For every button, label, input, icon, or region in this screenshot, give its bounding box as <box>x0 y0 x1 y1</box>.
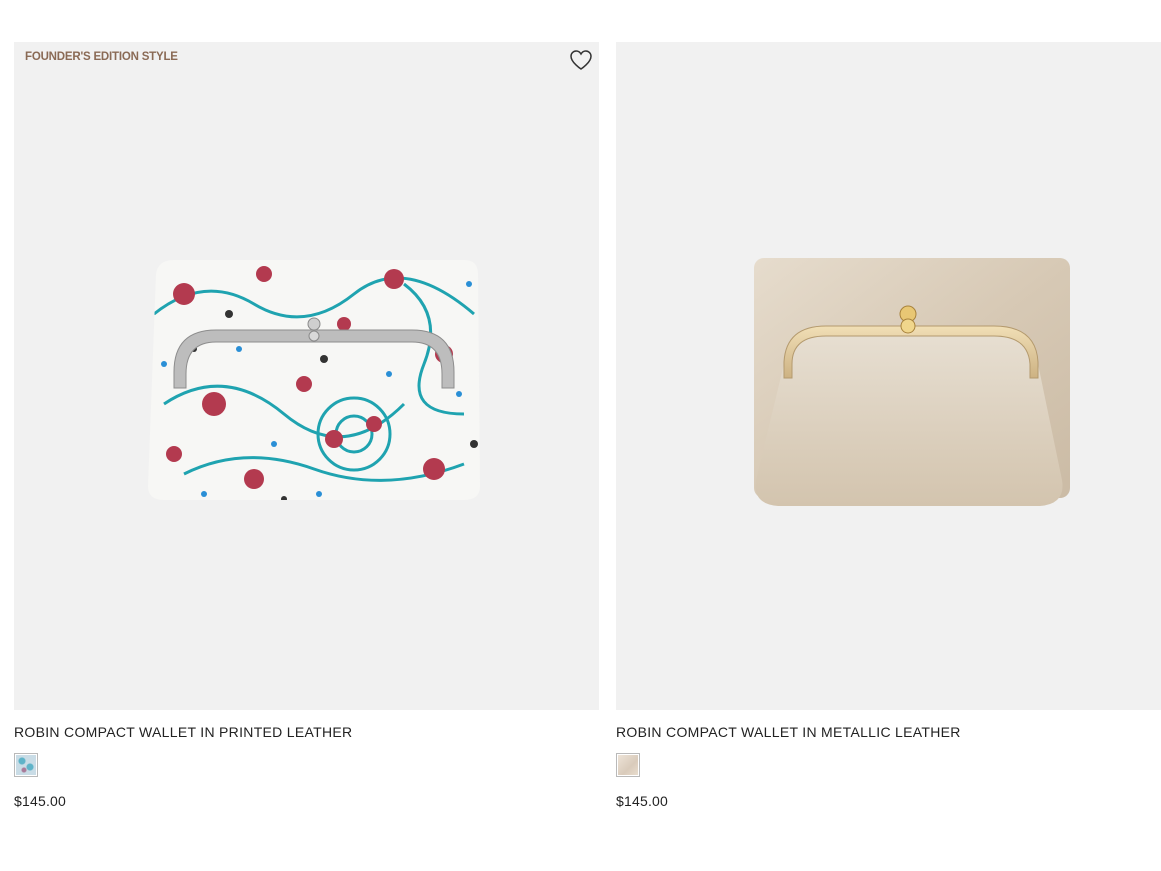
color-swatch-printed[interactable] <box>14 753 38 777</box>
product-card[interactable]: ROBIN COMPACT WALLET IN METALLIC LEATHER… <box>616 42 1161 809</box>
product-price: $145.00 <box>616 793 669 809</box>
product-card[interactable]: FOUNDER'S EDITION STYLE ROBIN COMPACT WA… <box>14 42 599 809</box>
product-price: $145.00 <box>14 793 67 809</box>
product-title[interactable]: ROBIN COMPACT WALLET IN PRINTED LEATHER <box>14 723 599 741</box>
color-swatch-metallic[interactable] <box>616 753 640 777</box>
color-swatches <box>616 753 1161 779</box>
product-image-container[interactable]: FOUNDER'S EDITION STYLE <box>14 42 599 710</box>
wishlist-heart-icon[interactable] <box>569 49 593 71</box>
printed-wallet-image <box>148 260 480 500</box>
product-title[interactable]: ROBIN COMPACT WALLET IN METALLIC LEATHER <box>616 723 1161 741</box>
founders-edition-badge: FOUNDER'S EDITION STYLE <box>25 51 178 63</box>
product-grid: FOUNDER'S EDITION STYLE ROBIN COMPACT WA… <box>0 0 1161 871</box>
product-image-container[interactable] <box>616 42 1161 710</box>
metallic-wallet-image <box>754 258 1070 506</box>
color-swatches <box>14 753 599 779</box>
